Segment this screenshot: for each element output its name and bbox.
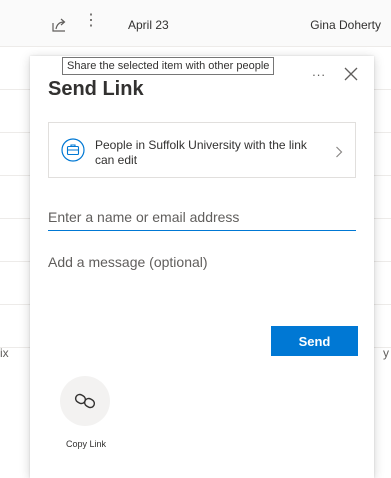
modified-by: Gina Doherty bbox=[310, 18, 381, 32]
briefcase-icon bbox=[61, 138, 85, 162]
copy-link-label[interactable]: Copy Link bbox=[54, 439, 118, 449]
list-header-row: ⋮ April 23 Gina Doherty bbox=[0, 0, 391, 47]
share-tooltip: Share the selected item with other peopl… bbox=[62, 57, 275, 75]
copy-link-button[interactable] bbox=[60, 376, 110, 426]
send-link-dialog: ... Send Link People in Suffolk Universi… bbox=[30, 56, 374, 478]
list-cell-text: ix bbox=[0, 346, 9, 360]
modified-date: April 23 bbox=[128, 18, 169, 32]
more-options-button[interactable]: ... bbox=[312, 64, 326, 79]
send-button[interactable]: Send bbox=[271, 326, 358, 356]
message-input[interactable] bbox=[48, 254, 356, 308]
recipient-input[interactable] bbox=[48, 204, 356, 231]
chevron-right-icon bbox=[335, 145, 343, 158]
list-cell-text: y bbox=[383, 346, 389, 360]
close-icon[interactable] bbox=[344, 67, 358, 81]
link-permission-text: People in Suffolk University with the li… bbox=[95, 138, 307, 167]
link-icon bbox=[74, 392, 96, 410]
dialog-title: Send Link bbox=[48, 78, 144, 100]
link-settings-button[interactable]: People in Suffolk University with the li… bbox=[48, 122, 356, 178]
more-options-icon[interactable]: ⋮ bbox=[83, 13, 99, 29]
share-icon[interactable] bbox=[51, 17, 69, 33]
